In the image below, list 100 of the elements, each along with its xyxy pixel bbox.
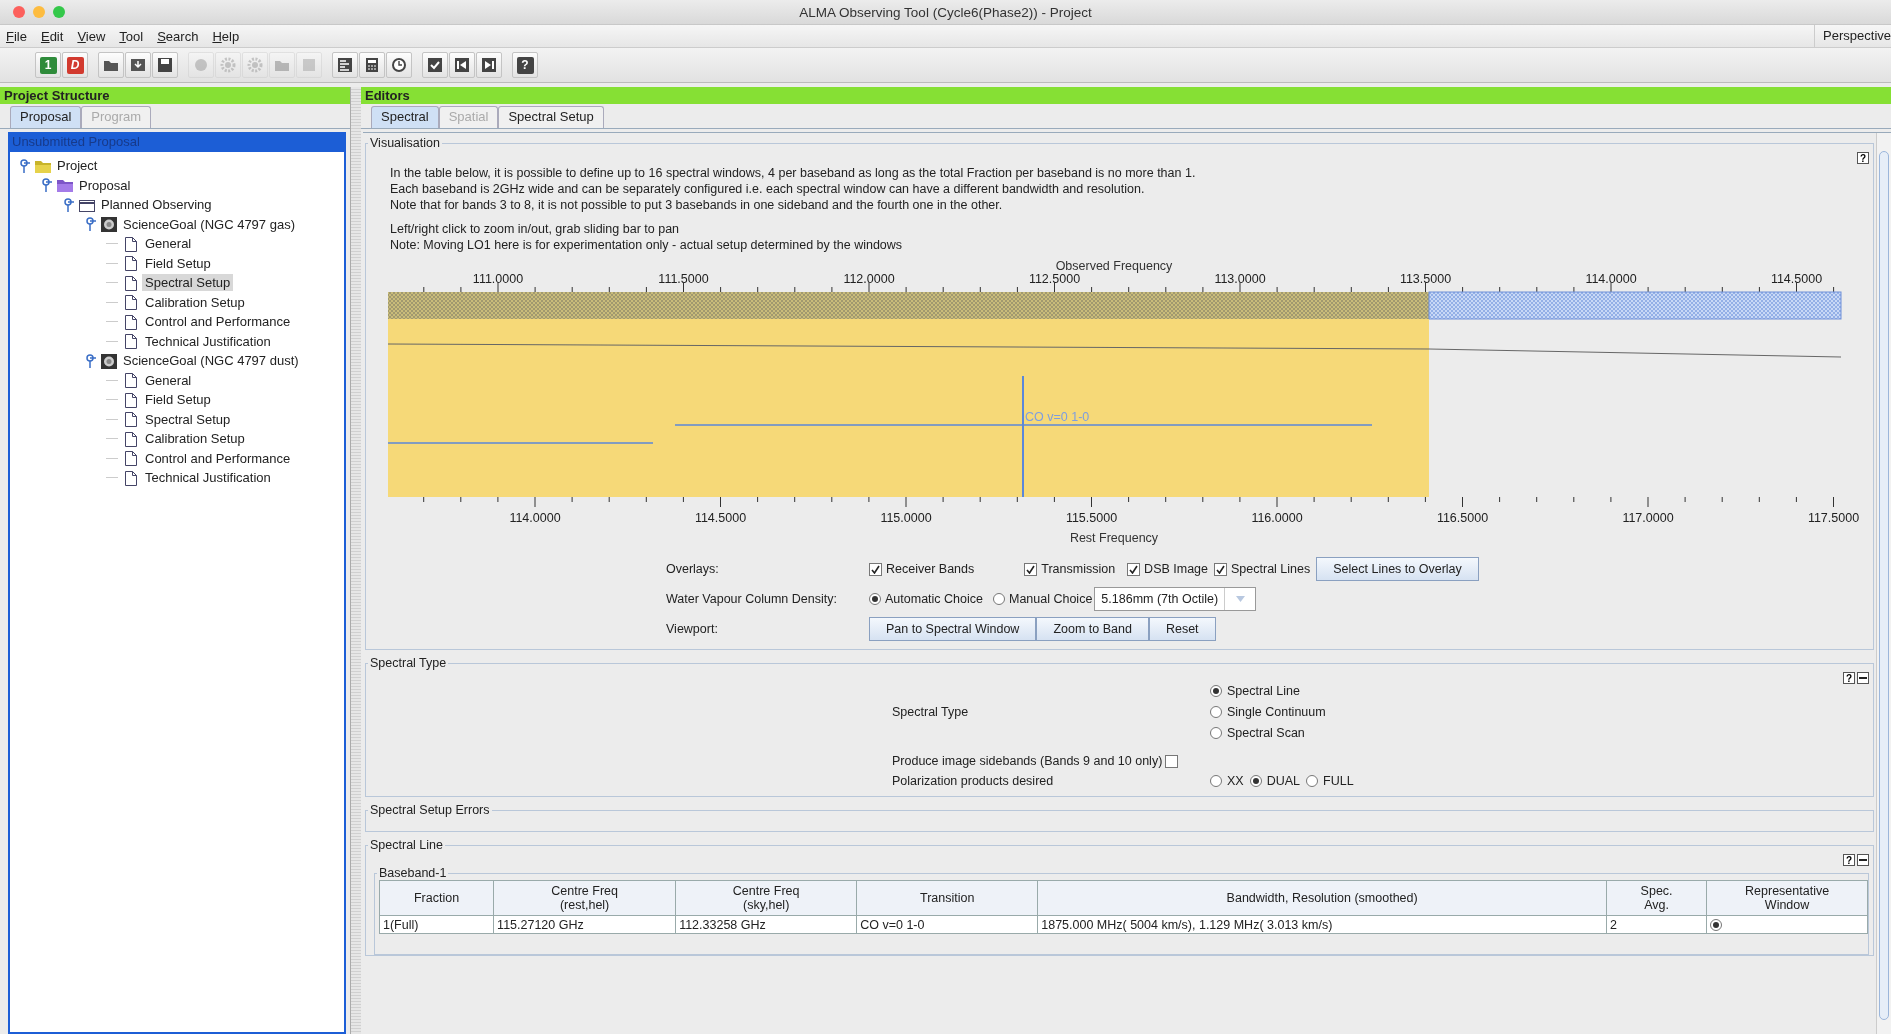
tick-label: 111.5000: [658, 272, 709, 286]
panel-header: Editors: [361, 87, 1891, 104]
tick-label: 117.5000: [1807, 511, 1860, 525]
viewport-button[interactable]: Pan to Spectral Window: [869, 617, 1037, 641]
viewport-button[interactable]: Reset: [1148, 617, 1216, 641]
toolbar-button[interactable]: [125, 52, 151, 78]
tree-item[interactable]: Field Setup: [142, 254, 214, 272]
toolbar-button[interactable]: [152, 52, 178, 78]
tree-item[interactable]: Technical Justification: [142, 469, 274, 487]
expanded-toggle-icon[interactable]: [62, 197, 74, 212]
tab[interactable]: Spectral Setup: [498, 106, 604, 128]
help-button[interactable]: ?: [1843, 854, 1855, 866]
table-cell: CO v=0 1-0: [856, 915, 1038, 934]
expanded-toggle-icon[interactable]: [18, 158, 30, 173]
tick-label: 111.0000: [472, 272, 524, 286]
column-header: Centre Freq (rest,hel): [493, 880, 676, 916]
checkmark-icon: [426, 56, 444, 74]
tree-item[interactable]: Project: [54, 157, 101, 175]
tree-item[interactable]: Planned Observing: [98, 196, 215, 214]
tree-item[interactable]: Control and Performance: [142, 449, 294, 467]
document-icon: [122, 255, 140, 272]
tree-item[interactable]: ScienceGoal (NGC 4797 dust): [120, 352, 302, 370]
radio-label: Spectral Scan: [1227, 726, 1305, 740]
scrollbar[interactable]: [1876, 133, 1891, 1034]
document-icon: [122, 411, 140, 428]
skip-back-icon: [453, 56, 471, 74]
collapse-button[interactable]: [1857, 672, 1869, 684]
radio-label: XX: [1227, 774, 1244, 788]
tree-item[interactable]: ScienceGoal (NGC 4797 gas): [120, 215, 298, 233]
section-title: Spectral Line: [369, 838, 444, 852]
radio-label: DUAL: [1266, 774, 1301, 788]
checkbox[interactable]: [1214, 562, 1228, 576]
expanded-toggle-icon[interactable]: [84, 353, 96, 368]
list-icon: [336, 56, 354, 74]
toolbar-button[interactable]: [332, 52, 358, 78]
tree-item[interactable]: Technical Justification: [142, 332, 274, 350]
radio-button[interactable]: [1210, 727, 1222, 739]
toolbar-button[interactable]: 1: [35, 52, 61, 78]
tree-item[interactable]: Spectral Setup: [142, 410, 234, 428]
expanded-toggle-icon[interactable]: [40, 178, 52, 193]
checkbox[interactable]: [1127, 562, 1141, 576]
perspective-menu[interactable]: Perspective: [1814, 25, 1891, 47]
radio-button[interactable]: [1306, 775, 1319, 787]
help-button[interactable]: ?: [1843, 672, 1855, 684]
menu-item[interactable]: Tool: [113, 28, 152, 44]
window-title: ALMA Observing Tool (Cycle6(Phase2)) - Project: [799, 4, 1092, 20]
column-header: Transition: [856, 880, 1038, 916]
tree-item[interactable]: Calibration Setup: [142, 430, 248, 448]
table-cell: 1875.000 MHz( 5004 km/s), 1.129 MHz( 3.013 km/s): [1037, 915, 1607, 934]
expanded-toggle-icon[interactable]: [84, 217, 96, 232]
menu-item[interactable]: Help: [206, 28, 248, 44]
tab[interactable]: Spectral: [371, 106, 439, 128]
menu-item[interactable]: Edit: [34, 28, 72, 44]
tick-label: 113.5000: [1399, 272, 1452, 286]
help-button[interactable]: ?: [1857, 152, 1869, 164]
menu-item[interactable]: Search: [151, 28, 207, 44]
toolbar-button[interactable]: [449, 52, 475, 78]
menu-item[interactable]: File: [0, 28, 35, 44]
toolbar-button[interactable]: [476, 52, 502, 78]
tree-item[interactable]: General: [142, 371, 195, 389]
square-icon: [300, 56, 318, 74]
spectral-line-label: CO v=0 1-0: [1025, 410, 1090, 424]
checkbox[interactable]: [1165, 754, 1179, 768]
menu-item[interactable]: View: [71, 28, 114, 44]
tree-item[interactable]: Proposal: [76, 176, 134, 194]
column-header: Bandwidth, Resolution (smoothed): [1037, 880, 1607, 916]
document-icon: [122, 333, 140, 350]
checkbox[interactable]: [869, 562, 882, 576]
select-lines-button[interactable]: Select Lines to Overlay: [1316, 557, 1479, 581]
toolbar-button[interactable]: [422, 52, 448, 78]
toolbar-button[interactable]: D: [62, 52, 88, 78]
tree-item[interactable]: Control and Performance: [142, 313, 294, 331]
tick-label: 114.5000: [694, 511, 747, 525]
radio-button[interactable]: [1210, 685, 1222, 697]
toolbar-button[interactable]: [386, 52, 412, 78]
radio-button[interactable]: [1249, 775, 1262, 787]
tick-label: 115.5000: [1065, 511, 1118, 525]
document-icon: [122, 294, 140, 311]
radio-button[interactable]: [1210, 775, 1222, 787]
tab[interactable]: Proposal: [10, 106, 82, 128]
radio-button[interactable]: [1210, 706, 1222, 718]
tree-item[interactable]: Calibration Setup: [142, 293, 248, 311]
splitter-handle[interactable]: [351, 87, 361, 1034]
toolbar-button[interactable]: ?: [512, 52, 538, 78]
checkbox[interactable]: [1024, 562, 1038, 576]
collapse-button[interactable]: [1857, 854, 1869, 866]
toolbar-button[interactable]: [359, 52, 385, 78]
tree-item[interactable]: General: [142, 235, 195, 253]
tree-item[interactable]: Field Setup: [142, 391, 214, 409]
document-icon: [122, 372, 140, 389]
toolbar-button[interactable]: [98, 52, 124, 78]
checkbox-label: Spectral Lines: [1231, 562, 1311, 576]
tick-label: 113.0000: [1214, 272, 1266, 286]
radio-button[interactable]: [1710, 918, 1723, 931]
gear-icon: [219, 56, 237, 74]
tree-item[interactable]: Spectral Setup: [142, 274, 234, 292]
field-label: Viewport:: [666, 622, 719, 636]
viewport-button[interactable]: Zoom to Band: [1036, 617, 1149, 641]
dropdown-arrow-icon: [1235, 596, 1245, 602]
table-cell: 2: [1606, 915, 1707, 934]
